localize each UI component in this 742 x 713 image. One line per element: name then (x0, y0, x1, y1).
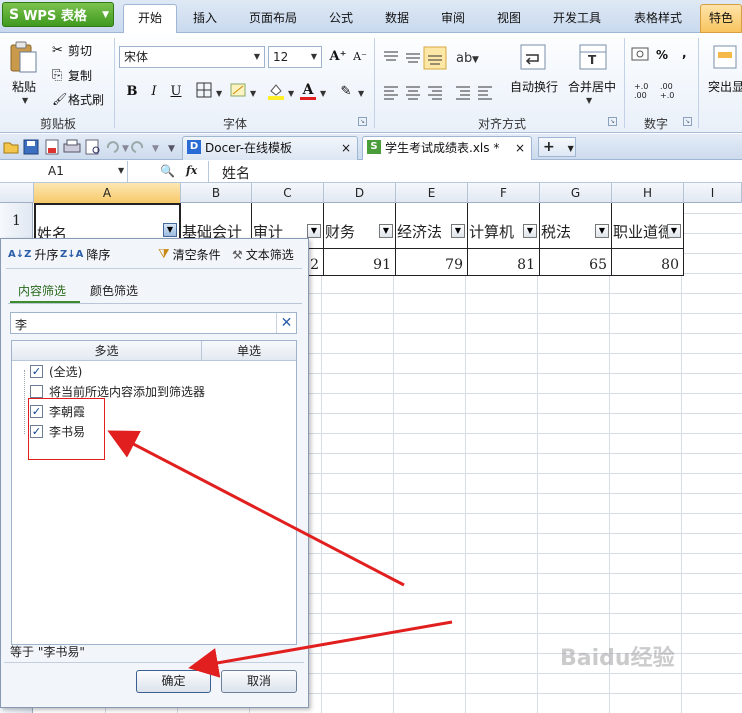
arrow-to-ok-button (188, 620, 453, 678)
annotation-arrows (107, 430, 453, 678)
arrow-to-checked-items (107, 430, 405, 587)
watermark-logo: Baidu经验 (560, 646, 675, 671)
